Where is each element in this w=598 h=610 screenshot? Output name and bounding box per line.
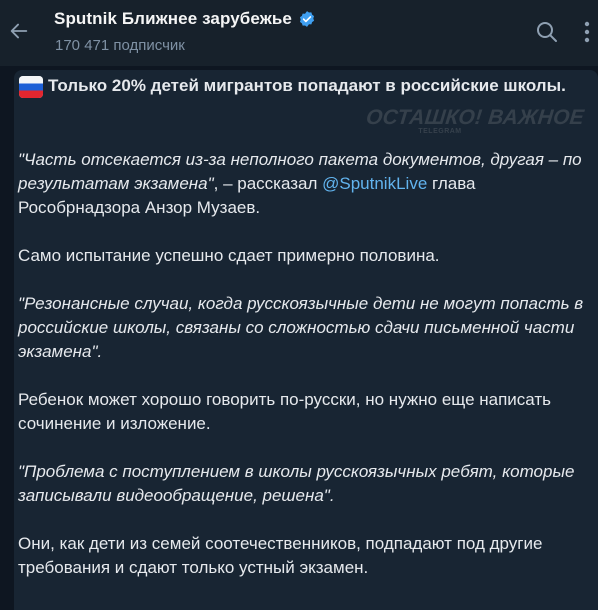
back-button[interactable] [4,16,34,46]
channel-title-row[interactable]: Sputnik Ближнее зарубежье [54,8,316,30]
message-paragraph-quote-2: "Резонансные случаи, когда русскоязычные… [18,294,584,361]
paragraph-connector: , – рассказал [213,174,323,193]
search-icon [537,22,557,42]
russian-flag-icon [18,74,44,100]
more-options-button[interactable] [578,16,596,48]
arrow-left-icon [10,23,28,39]
search-button[interactable] [533,18,561,46]
headline-text: Только 20% детей мигрантов попадают в ро… [48,76,566,95]
channel-title[interactable]: Sputnik Ближнее зарубежье [54,9,292,29]
message-paragraph-quote-3: "Проблема с поступлением в школы русскоя… [18,462,575,505]
message-paragraph-quote-1: "Часть отсекается из-за неполного пакета… [18,148,588,220]
message-headline: Только 20% детей мигрантов попадают в ро… [18,74,578,100]
message-paragraph-7: Они, как дети из семей соотечественников… [18,534,543,577]
channel-header: Sputnik Ближнее зарубежье 170 471 подпис… [0,0,598,66]
verified-badge-icon [298,10,316,28]
message-paragraph-5: Ребенок может хорошо говорить по-русски,… [18,390,552,433]
more-vertical-icon [584,21,590,43]
message-paragraph-3: Само испытание успешно сдает примерно по… [18,246,440,265]
mention-link[interactable]: @SputnikLive [322,174,427,193]
subscriber-count: 170 471 подписчик [55,37,185,54]
